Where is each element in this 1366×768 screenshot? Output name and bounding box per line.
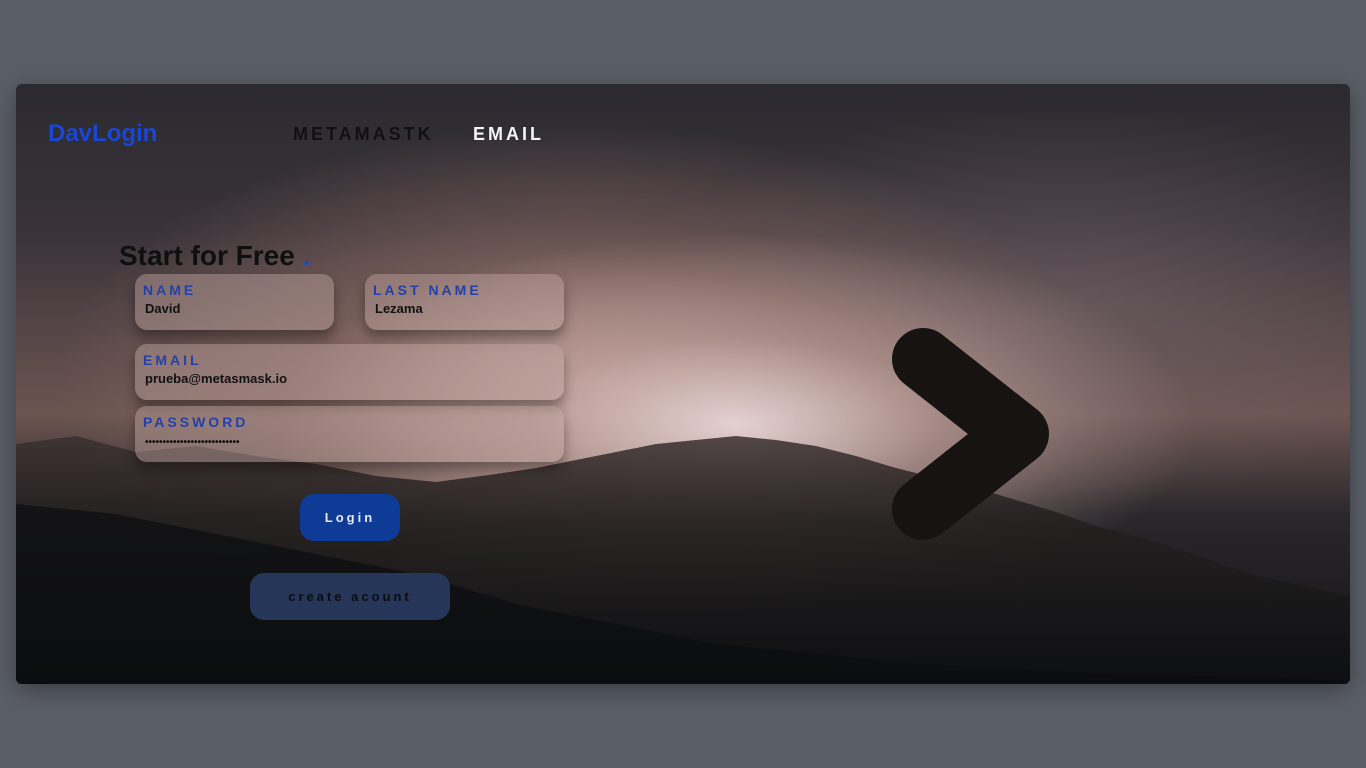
- last-name-field[interactable]: LAST NAME: [365, 274, 564, 330]
- email-field[interactable]: EMAIL: [135, 344, 564, 400]
- password-input[interactable]: •••••••••••••••••••••••••••: [145, 437, 545, 448]
- page-title: Start for Free .: [119, 240, 310, 272]
- create-account-button[interactable]: create acount: [250, 573, 450, 620]
- top-nav: DavLogin METAMASTK EMAIL: [16, 84, 1350, 184]
- chevron-right-icon[interactable]: [878, 314, 1058, 554]
- email-input[interactable]: [145, 371, 545, 386]
- password-field-label: PASSWORD: [143, 414, 249, 430]
- email-field-label: EMAIL: [143, 352, 202, 368]
- name-input[interactable]: [145, 301, 315, 316]
- nav-link-metamask[interactable]: METAMASTK: [293, 124, 434, 145]
- page-title-text: Start for Free: [119, 240, 295, 271]
- page-title-dot: .: [302, 240, 311, 271]
- name-field[interactable]: NAME: [135, 274, 334, 330]
- brand-logo[interactable]: DavLogin: [48, 120, 157, 148]
- last-name-field-label: LAST NAME: [373, 282, 482, 298]
- password-field[interactable]: PASSWORD •••••••••••••••••••••••••••: [135, 406, 564, 462]
- login-button[interactable]: Login: [300, 494, 400, 541]
- name-field-label: NAME: [143, 282, 197, 298]
- nav-link-email[interactable]: EMAIL: [473, 124, 544, 145]
- last-name-input[interactable]: [375, 301, 545, 316]
- login-card: DavLogin METAMASTK EMAIL Start for Free …: [16, 84, 1350, 684]
